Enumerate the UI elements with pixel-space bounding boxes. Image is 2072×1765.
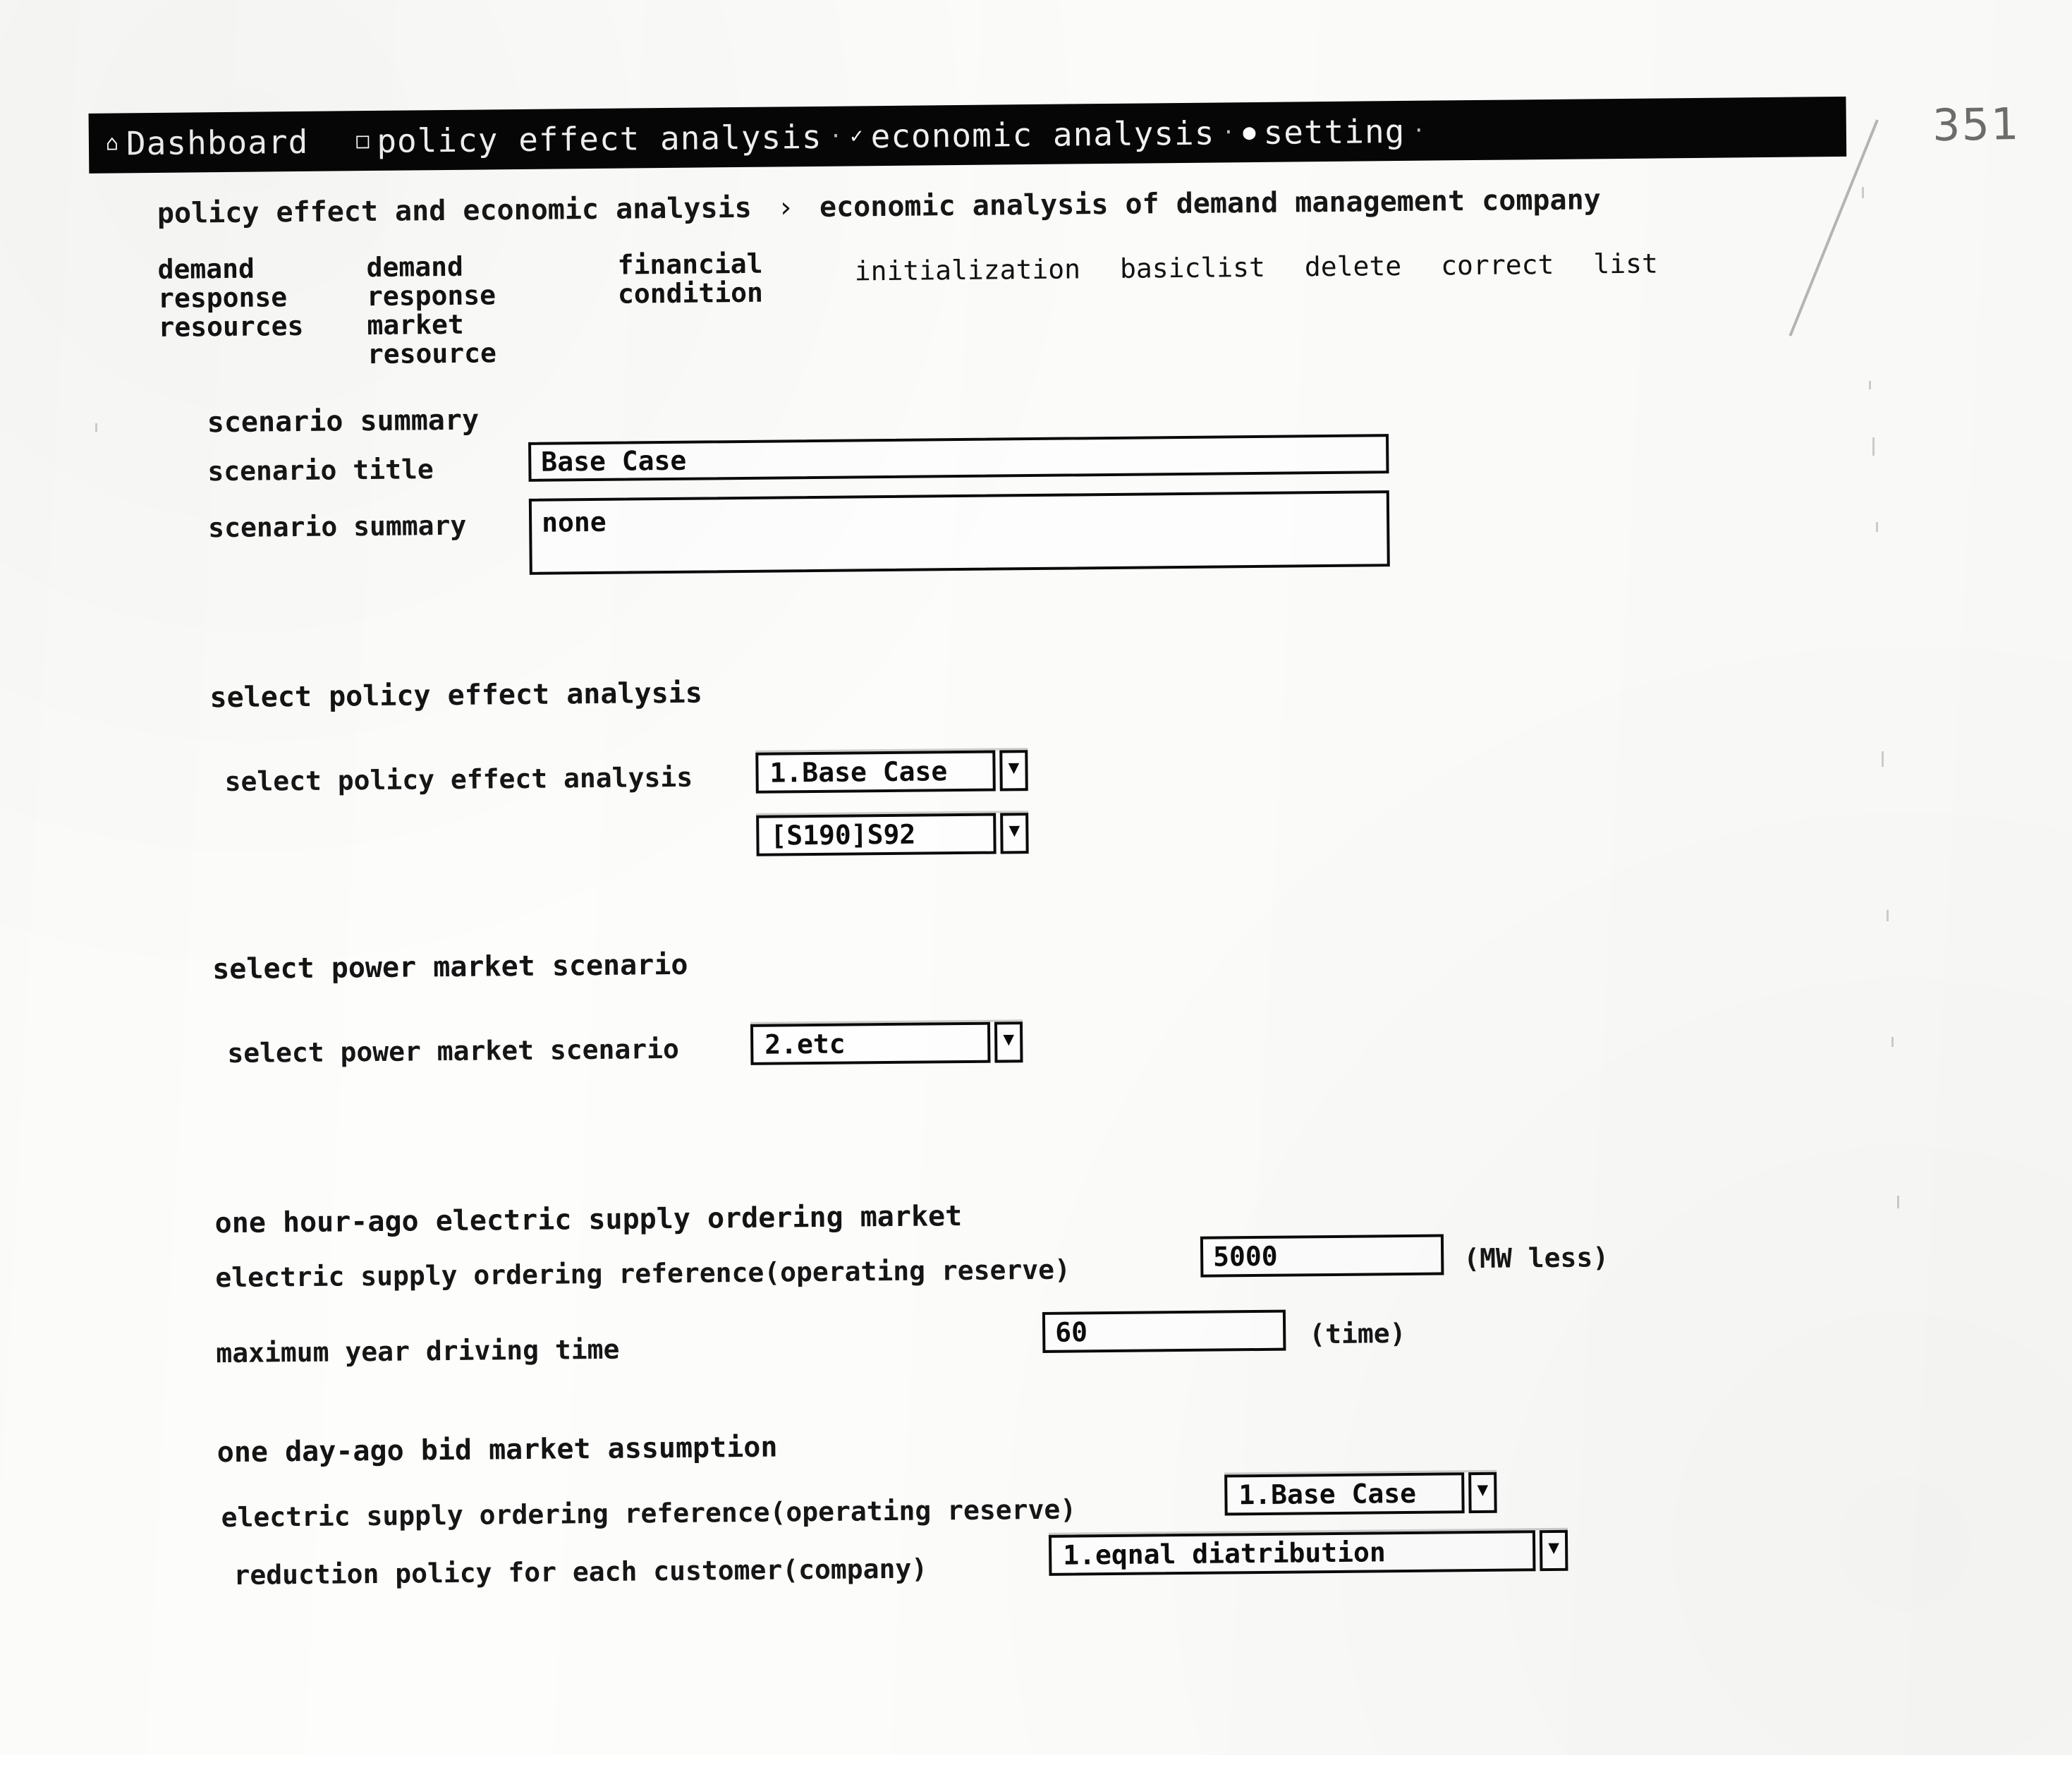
- tab-financial-condition[interactable]: financial condition: [617, 248, 836, 310]
- breadcrumb-current: economic analysis of demand management c…: [819, 183, 1601, 224]
- nav-item-dashboard[interactable]: ⌂ Dashboard: [102, 122, 313, 162]
- label-select-power-market-scenario: select power market scenario: [227, 1033, 680, 1069]
- label-scenario-title: scenario title: [207, 454, 434, 487]
- chevron-down-icon: ▼: [994, 1021, 1023, 1063]
- nav-spacer-1: [312, 141, 352, 142]
- hour-ago-supply-ordering-reference-input[interactable]: 5000: [1200, 1234, 1444, 1278]
- scan-dash-mark: [1862, 187, 1864, 198]
- policy-effect-analysis-sub-select[interactable]: [S190]S92 ▼: [756, 813, 1029, 856]
- breadcrumb-separator-icon: ›: [776, 191, 795, 224]
- scenario-summary-textarea[interactable]: none: [528, 490, 1390, 575]
- tab-demand-response-market-resource[interactable]: demand response market resource: [366, 251, 600, 370]
- section-title-scenario-summary: scenario summary: [207, 404, 480, 439]
- main-navigation-bar: ⌂ Dashboard □ policy effect analysis · ✓…: [88, 96, 1847, 174]
- gear-icon: ●: [1243, 119, 1257, 145]
- nav-item-policy-effect-analysis[interactable]: □ policy effect analysis: [352, 117, 827, 159]
- policy-effect-analysis-sub-select-value: [S190]S92: [756, 813, 997, 856]
- tab-initialization[interactable]: initialization: [854, 246, 1081, 286]
- scan-dash-mark: [1882, 751, 1884, 767]
- tab-delete[interactable]: delete: [1305, 243, 1402, 282]
- tab-demand-response-resources[interactable]: demand response resources: [157, 253, 348, 343]
- label-day-ago-supply-ordering-reference: electric supply ordering reference(opera…: [221, 1493, 1077, 1534]
- label-reduction-policy-each-customer: reduction policy for each customer(compa…: [233, 1553, 928, 1591]
- scan-dash-mark: [1869, 381, 1871, 389]
- reduction-policy-select-value: 1.eqnal diatribution: [1048, 1530, 1536, 1576]
- nav-item-economic-analysis[interactable]: ✓ economic analysis: [846, 114, 1219, 155]
- section-title-one-day-ago-bid-market: one day-ago bid market assumption: [217, 1431, 778, 1469]
- tab-strip: demand response resources demand respons…: [157, 239, 1851, 371]
- section-title-select-power-market-scenario: select power market scenario: [212, 948, 688, 986]
- document-icon: □: [356, 128, 370, 153]
- tab-basiclist[interactable]: basiclist: [1120, 245, 1265, 284]
- chevron-down-icon: ▼: [1468, 1472, 1497, 1514]
- scanned-page: ⌂ Dashboard □ policy effect analysis · ✓…: [0, 0, 2072, 1755]
- tab-list[interactable]: list: [1593, 241, 1658, 279]
- day-ago-supply-ordering-reference-select[interactable]: 1.Base Case ▼: [1224, 1472, 1497, 1516]
- policy-effect-analysis-select[interactable]: 1.Base Case ▼: [755, 750, 1028, 794]
- maximum-year-driving-time-input[interactable]: 60: [1042, 1309, 1286, 1353]
- nav-item-setting[interactable]: ● setting: [1238, 111, 1409, 151]
- section-title-one-hour-ago-market: one hour-ago electric supply ordering ma…: [214, 1200, 963, 1240]
- chevron-down-icon: ▼: [1539, 1529, 1568, 1572]
- chevron-down-icon: ▼: [1000, 813, 1029, 854]
- nav-item-policy-effect-analysis-label: policy effect analysis: [377, 117, 822, 160]
- chevron-down-icon: ▼: [999, 750, 1028, 791]
- section-title-select-policy-effect-analysis: select policy effect analysis: [209, 677, 703, 715]
- label-select-policy-effect-analysis: select policy effect analysis: [224, 761, 693, 798]
- reduction-policy-select[interactable]: 1.eqnal diatribution ▼: [1048, 1529, 1568, 1576]
- breadcrumb: policy effect and economic analysis › ec…: [157, 183, 1601, 230]
- scenario-title-input[interactable]: Base Case: [528, 434, 1389, 482]
- nav-item-economic-analysis-label: economic analysis: [870, 114, 1215, 155]
- nav-separator-3: ·: [1412, 118, 1427, 143]
- unit-time: (time): [1309, 1317, 1406, 1350]
- unit-mw-less: (MW less): [1463, 1242, 1609, 1275]
- power-market-scenario-select-value: 2.etc: [750, 1021, 991, 1065]
- scan-dash-mark: [1872, 437, 1875, 456]
- power-market-scenario-select[interactable]: 2.etc ▼: [750, 1021, 1023, 1065]
- scan-dash-mark: [1891, 1037, 1894, 1047]
- label-scenario-summary: scenario summary: [207, 509, 467, 544]
- day-ago-supply-ordering-reference-value: 1.Base Case: [1224, 1472, 1465, 1516]
- scan-dash-mark: [1887, 910, 1889, 921]
- label-hour-ago-supply-ordering-reference: electric supply ordering reference(opera…: [215, 1254, 1071, 1294]
- scan-dash-mark: [1876, 522, 1878, 532]
- nav-item-setting-label: setting: [1263, 111, 1406, 152]
- home-icon: ⌂: [105, 130, 120, 156]
- scan-dash-mark: [1897, 1196, 1899, 1208]
- policy-effect-analysis-select-value: 1.Base Case: [755, 750, 996, 794]
- tab-correct[interactable]: correct: [1441, 242, 1554, 281]
- nav-separator-2: ·: [1221, 120, 1236, 145]
- chart-icon: ✓: [850, 123, 864, 148]
- application-screenshot: ⌂ Dashboard □ policy effect analysis · ✓…: [0, 0, 2072, 1765]
- nav-separator-1: ·: [829, 123, 843, 149]
- nav-item-dashboard-label: Dashboard: [126, 122, 309, 162]
- label-maximum-year-driving-time: maximum year driving time: [216, 1333, 620, 1369]
- page-number: 351: [1932, 97, 2021, 152]
- scan-dash-mark: [95, 423, 97, 432]
- breadcrumb-parent[interactable]: policy effect and economic analysis: [157, 192, 752, 230]
